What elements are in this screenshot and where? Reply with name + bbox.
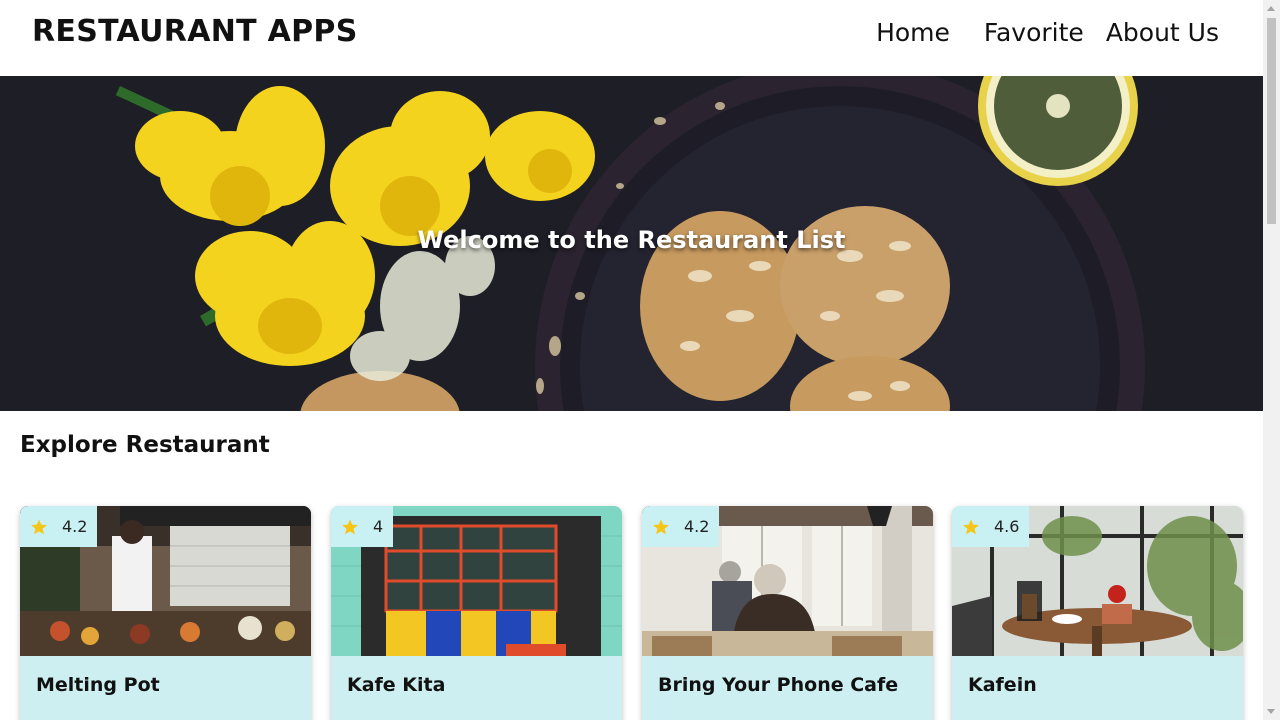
- rating-badge: 4.2: [20, 506, 98, 547]
- star-icon: [653, 519, 669, 534]
- star-icon: [31, 519, 47, 534]
- restaurant-card[interactable]: 4 Kafe Kita: [331, 506, 622, 720]
- nav-about-link[interactable]: About Us: [1106, 18, 1219, 47]
- main-nav: Home Favorite About Us: [854, 18, 1219, 47]
- hero-banner: Welcome to the Restaurant List: [0, 76, 1263, 411]
- rating-value: 4.6: [994, 517, 1020, 536]
- restaurant-name[interactable]: Bring Your Phone Cafe: [658, 674, 898, 696]
- nav-home-link[interactable]: Home: [876, 18, 950, 47]
- app-brand[interactable]: RESTAURANT APPS: [32, 14, 358, 49]
- restaurant-card[interactable]: 4.2 Melting Pot: [20, 506, 311, 720]
- app-bar: RESTAURANT APPS Home Favorite About Us: [0, 0, 1263, 76]
- scroll-down-icon[interactable]: [1267, 709, 1275, 714]
- scrollbar-thumb[interactable]: [1267, 18, 1276, 224]
- star-icon: [342, 519, 358, 534]
- section-title: Explore Restaurant: [20, 432, 270, 458]
- hero-title: Welcome to the Restaurant List: [417, 226, 846, 254]
- rating-badge: 4.6: [952, 506, 1030, 547]
- nav-favorite-link[interactable]: Favorite: [984, 18, 1084, 47]
- restaurant-card[interactable]: 4.6 Kafein: [952, 506, 1243, 720]
- rating-value: 4.2: [684, 517, 710, 536]
- rating-badge: 4.2: [642, 506, 720, 547]
- rating-value: 4: [373, 517, 384, 536]
- rating-badge: 4: [331, 506, 394, 547]
- star-icon: [963, 519, 979, 534]
- vertical-scrollbar[interactable]: [1263, 0, 1280, 720]
- scroll-up-icon[interactable]: [1267, 6, 1275, 11]
- restaurant-name[interactable]: Melting Pot: [36, 674, 160, 696]
- restaurant-card[interactable]: 4.2 Bring Your Phone Cafe: [642, 506, 933, 720]
- rating-value: 4.2: [62, 517, 88, 536]
- restaurant-name[interactable]: Kafein: [968, 674, 1037, 696]
- restaurant-name[interactable]: Kafe Kita: [347, 674, 445, 696]
- page: RESTAURANT APPS Home Favorite About Us W…: [0, 0, 1263, 720]
